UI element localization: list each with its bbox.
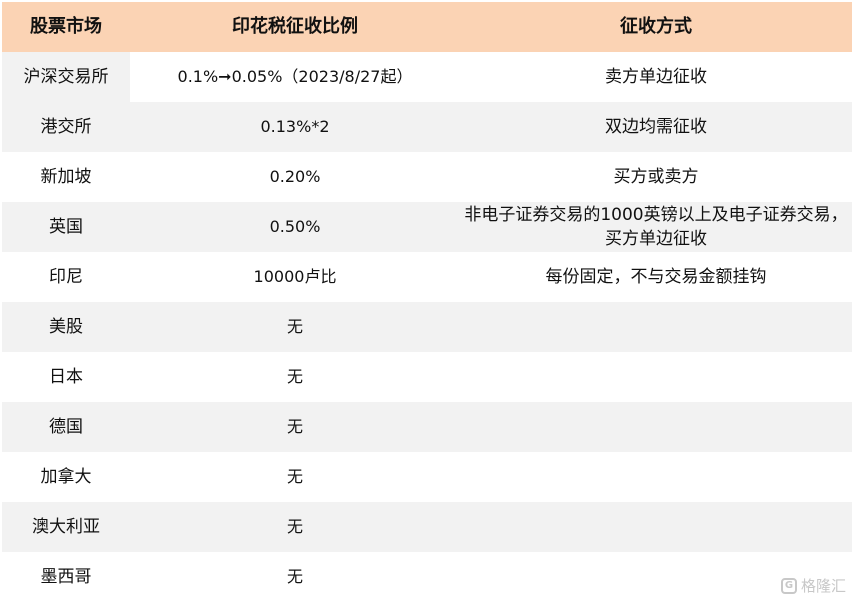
watermark: G 格隆汇 [780, 575, 846, 596]
method-cell [460, 402, 852, 452]
method-cell [460, 352, 852, 402]
market-cell: 德国 [49, 417, 83, 437]
rate-cell: 无 [286, 417, 303, 436]
header-method: 征收方式 [620, 16, 692, 37]
method-cell: 非电子证券交易的1000英镑以上及电子证券交易，买方单边征收 [464, 205, 848, 249]
market-cell: 港交所 [40, 117, 92, 137]
market-cell: 美股 [49, 317, 83, 337]
rate-cell: 0.1%➞0.05%（2023/8/27起） [177, 67, 413, 86]
method-cell [460, 452, 852, 502]
market-cell: 新加坡 [40, 167, 92, 187]
method-cell: 买方或卖方 [613, 167, 699, 187]
market-cell: 日本 [49, 367, 83, 387]
method-cell: 双边均需征收 [605, 117, 707, 137]
rate-cell: 无 [286, 317, 303, 336]
rate-cell: 无 [286, 367, 303, 386]
rate-cell: 无 [286, 567, 303, 586]
market-cell: 墨西哥 [40, 567, 92, 587]
gelonghui-logo-icon: G [780, 577, 797, 594]
header-rate: 印花税征收比例 [232, 16, 358, 37]
rate-cell: 0.13%*2 [260, 117, 330, 136]
table-row: 印尼 10000卢比 每份固定，不与交易金额挂钩 [2, 252, 852, 302]
header-market: 股票市场 [30, 16, 102, 37]
table-row: 新加坡 0.20% 买方或卖方 [2, 152, 852, 202]
table-row: 墨西哥 无 [2, 552, 852, 602]
market-cell: 澳大利亚 [32, 517, 100, 537]
method-cell [460, 502, 852, 552]
market-cell: 印尼 [49, 267, 83, 287]
method-cell [460, 302, 852, 352]
table-row: 澳大利亚 无 [2, 502, 852, 552]
rate-cell: 10000卢比 [253, 267, 337, 286]
rate-cell: 无 [286, 517, 303, 536]
table-row: 沪深交易所 0.1%➞0.05%（2023/8/27起） 卖方单边征收 [2, 52, 852, 102]
rate-cell: 0.20% [269, 167, 321, 186]
stamp-duty-table: 股票市场 印花税征收比例 征收方式 沪深交易所 0.1%➞0.05%（2023/… [2, 2, 852, 602]
table-row: 港交所 0.13%*2 双边均需征收 [2, 102, 852, 152]
table-row: 加拿大 无 [2, 452, 852, 502]
watermark-text: 格隆汇 [800, 577, 846, 595]
market-cell: 英国 [49, 217, 83, 237]
market-cell: 沪深交易所 [2, 52, 130, 102]
table-row: 英国 0.50% 非电子证券交易的1000英镑以上及电子证券交易，买方单边征收 [2, 202, 852, 252]
table-row: 日本 无 [2, 352, 852, 402]
method-cell: 卖方单边征收 [605, 67, 707, 87]
rate-cell: 0.50% [269, 217, 321, 236]
table-header-row: 股票市场 印花税征收比例 征收方式 [2, 2, 852, 52]
market-cell: 加拿大 [40, 467, 92, 487]
rate-cell: 无 [286, 467, 303, 486]
table-row: 美股 无 [2, 302, 852, 352]
table-row: 德国 无 [2, 402, 852, 452]
method-cell: 每份固定，不与交易金额挂钩 [545, 267, 767, 287]
